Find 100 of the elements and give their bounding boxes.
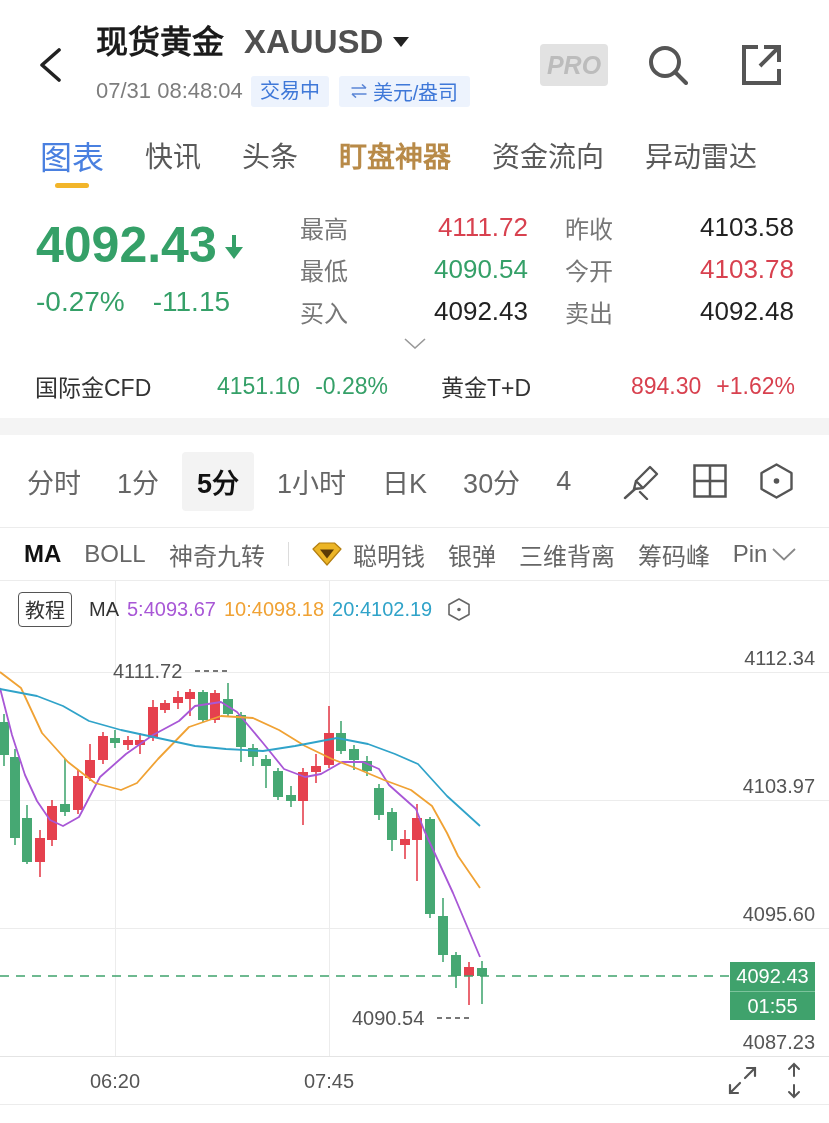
candlestick: [160, 699, 170, 714]
stat-value: 4111.72: [436, 211, 528, 243]
expand-arrows-icon[interactable]: [728, 1066, 757, 1095]
market-price: 894.30: [631, 372, 702, 400]
interval-tab[interactable]: 5分: [182, 451, 255, 511]
candlestick: [362, 755, 372, 777]
stat-value: 4092.43: [433, 295, 528, 327]
candlestick: [349, 744, 359, 771]
candlestick: [387, 807, 397, 852]
market-name: 黄金T+D: [441, 374, 533, 403]
indicator-tab[interactable]: 筹码峰: [637, 534, 710, 574]
interval-tab[interactable]: 1小时: [264, 451, 360, 511]
stat-value: 4103.58: [699, 211, 794, 243]
stat-label: 最高: [300, 214, 349, 245]
indicator-tab[interactable]: MA: [24, 534, 62, 574]
time-axis-label: 07:45: [303, 1069, 355, 1093]
candlestick: [477, 960, 487, 1005]
low-price-leader-line: [437, 1017, 469, 1019]
candlestick: [35, 829, 45, 878]
market-price: 4151.10: [217, 372, 301, 400]
change-percent: -0.27%: [36, 285, 125, 319]
price-axis-label: 4103.97: [742, 774, 815, 798]
candlestick: [324, 705, 334, 769]
last-price: 4092.43: [36, 217, 217, 273]
candlestick: [173, 690, 183, 710]
candlestick: [148, 699, 158, 742]
candlestick: [248, 743, 258, 767]
stat-label: 昨收: [565, 214, 614, 245]
instrument-title: 现货黄金: [96, 23, 224, 62]
candlestick: [223, 682, 233, 718]
candlestick: [464, 961, 474, 1006]
last-price-value: 4092.43: [735, 964, 810, 989]
candlestick: [286, 785, 296, 808]
tutorial-button[interactable]: 教程: [18, 592, 72, 627]
interval-tab[interactable]: 30分: [450, 451, 534, 511]
indicator-tab[interactable]: 三维背离: [518, 534, 615, 574]
section-tab[interactable]: 异动雷达: [645, 122, 757, 192]
candlestick: [123, 735, 133, 751]
indicator-tab[interactable]: 银弹: [447, 534, 496, 574]
candlestick: [438, 897, 448, 963]
grid-icon[interactable]: [693, 464, 727, 498]
candlestick: [85, 743, 95, 782]
trading-status-badge: 交易中: [250, 75, 329, 107]
hexagon-icon[interactable]: [759, 463, 794, 499]
section-tab[interactable]: 盯盘神器: [339, 122, 451, 192]
search-icon[interactable]: [648, 45, 688, 85]
chevron-down-icon[interactable]: [404, 338, 426, 349]
chevron-down-icon[interactable]: [772, 547, 797, 561]
caret-down-icon: [393, 37, 410, 47]
indicator-tab[interactable]: BOLL: [84, 534, 146, 574]
share-icon[interactable]: [741, 44, 782, 86]
section-tab[interactable]: 图表: [40, 122, 104, 192]
interval-tab[interactable]: 日K: [369, 451, 441, 511]
candlestick: [261, 754, 271, 789]
market-name: 国际金CFD: [35, 374, 153, 403]
diamond-icon: [311, 542, 342, 566]
candlestick: [135, 732, 145, 755]
stat-value: 4092.48: [699, 295, 794, 327]
ma-legend-value: 20:4102.19: [332, 598, 433, 621]
candlestick: [47, 799, 57, 847]
candlestick: [374, 783, 384, 821]
stat-value: 4103.78: [699, 253, 794, 285]
vertical-arrows-icon[interactable]: [786, 1062, 802, 1099]
low-price-label: 4090.54: [352, 1006, 425, 1030]
stat-label: 买入: [300, 298, 349, 329]
price-axis-label: 4112.34: [744, 646, 815, 670]
interval-tab[interactable]: 分时: [14, 451, 94, 511]
back-icon[interactable]: [38, 48, 62, 82]
indicator-tab[interactable]: 神奇九转: [168, 534, 265, 574]
symbol-dropdown[interactable]: XAUUSD: [244, 22, 410, 62]
change-amount: -11.15: [152, 285, 231, 319]
candlestick: [298, 767, 308, 826]
candlestick: [400, 829, 410, 860]
swap-icon: [350, 84, 367, 98]
section-tab[interactable]: 头条: [242, 122, 298, 192]
unit-switch-button[interactable]: 美元/盎司: [338, 75, 471, 107]
candlestick: [185, 688, 195, 717]
section-tab[interactable]: 快讯: [145, 122, 201, 192]
candlestick: [22, 804, 32, 865]
quote-timestamp: 07/31 08:48:04: [96, 78, 243, 104]
candlestick: [110, 729, 120, 749]
stat-label: 最低: [300, 256, 349, 287]
interval-tab[interactable]: 4: [543, 451, 585, 511]
ma-legend-value: 5:4093.67: [127, 598, 216, 621]
interval-tab[interactable]: 1分: [104, 451, 173, 511]
candlestick: [210, 689, 220, 724]
candlestick: [336, 720, 346, 755]
market-change: +1.62%: [716, 372, 795, 400]
stat-label: 卖出: [565, 298, 614, 329]
candlestick: [98, 731, 108, 765]
price-axis-label: 4095.60: [742, 902, 815, 926]
section-tab[interactable]: 资金流向: [492, 122, 604, 192]
candlestick: [198, 689, 208, 723]
stat-value: 4090.54: [433, 253, 528, 285]
indicator-tab[interactable]: Pin: [732, 534, 768, 574]
high-price-leader-line: [195, 670, 227, 672]
candlestick: [236, 711, 246, 763]
market-change: -0.28%: [315, 372, 388, 400]
hexagon-icon[interactable]: [448, 598, 471, 621]
indicator-tab[interactable]: 聪明钱: [311, 534, 425, 574]
